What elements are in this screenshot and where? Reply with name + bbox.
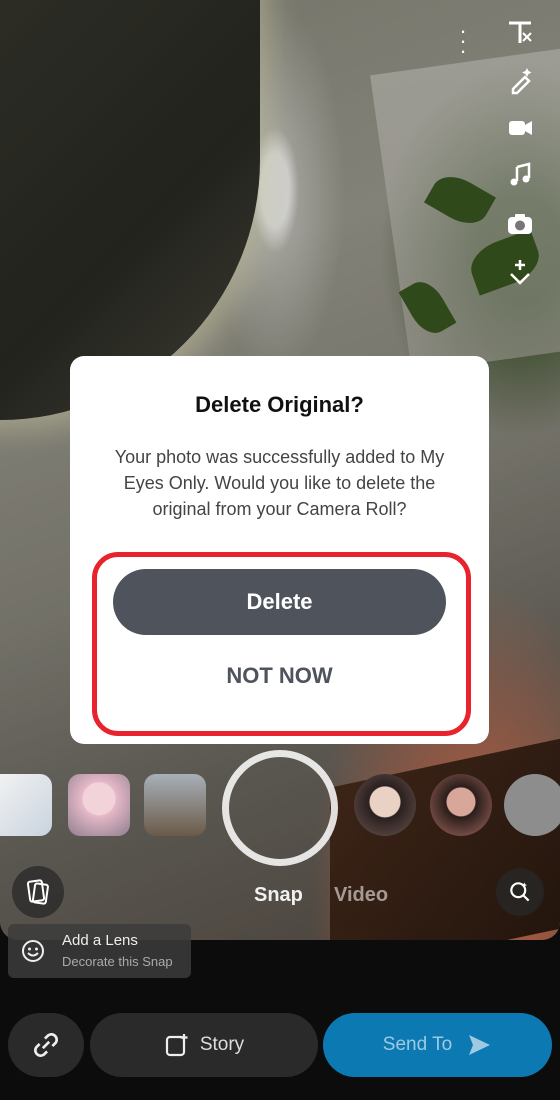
not-now-button[interactable]: NOT NOW [113, 646, 446, 706]
lens-item[interactable] [0, 774, 52, 836]
music-icon[interactable] [500, 156, 540, 196]
lens-item[interactable] [68, 774, 130, 836]
dialog-message: Your photo was successfully added to My … [114, 447, 445, 519]
text-icon[interactable] [500, 12, 540, 52]
magic-pencil-icon[interactable] [500, 60, 540, 100]
more-icon[interactable]: · · · [456, 20, 470, 62]
add-lens-title: Add a Lens [62, 932, 138, 949]
creative-tools [500, 12, 540, 300]
story-button[interactable]: Story [90, 1013, 318, 1077]
gallery-icon[interactable] [12, 866, 64, 918]
lens-item[interactable] [504, 774, 560, 836]
lens-item[interactable] [354, 774, 416, 836]
delete-original-dialog: Delete Original? Your photo was successf… [70, 356, 489, 744]
add-lens-icon [22, 940, 44, 962]
send-arrow-icon [469, 1035, 491, 1055]
lens-item[interactable] [144, 774, 206, 836]
story-icon [165, 1034, 188, 1057]
add-lens-subtitle: Decorate this Snap [62, 954, 173, 969]
add-lens-panel[interactable]: Add a Lens Decorate this Snap [8, 924, 191, 978]
mode-video[interactable]: Video [334, 884, 388, 907]
mode-snap[interactable]: Snap [254, 884, 303, 907]
lens-explore-icon[interactable] [496, 868, 544, 916]
camera-swap-icon[interactable] [500, 204, 540, 244]
delete-button[interactable]: Delete [113, 569, 446, 635]
send-to-label: Send To [382, 1034, 453, 1055]
capture-button[interactable] [222, 750, 338, 866]
link-button[interactable] [8, 1013, 84, 1077]
lens-item[interactable] [430, 774, 492, 836]
send-to-button[interactable]: Send To [323, 1013, 552, 1077]
dialog-title: Delete Original? [195, 392, 364, 417]
link-icon [34, 1033, 58, 1057]
expand-chevron-icon[interactable] [500, 252, 540, 292]
story-label: Story [199, 1034, 245, 1055]
video-clip-icon[interactable] [500, 108, 540, 148]
